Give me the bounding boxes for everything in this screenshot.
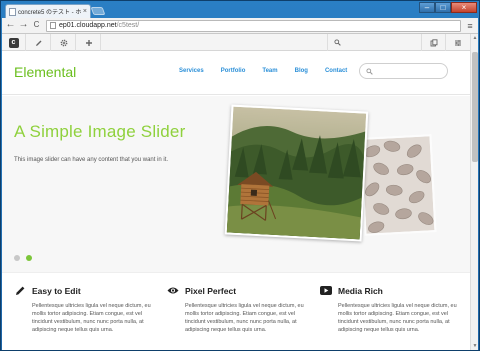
scroll-thumb[interactable] (472, 52, 478, 162)
website-page: Elemental Services Portfolio Team Blog C… (2, 51, 470, 350)
browser-window: concrete5 のテスト - ホ × – □ × ← → C ep01.cl… (0, 0, 480, 351)
feature-title: Media Rich (338, 285, 383, 296)
feature-title: Easy to Edit (32, 285, 81, 296)
site-search-input[interactable] (359, 63, 448, 79)
scroll-up-arrow[interactable]: ▲ (471, 34, 478, 42)
sliders-icon (455, 39, 461, 46)
menu-icon[interactable]: ≡ (465, 21, 475, 31)
main-nav: Services Portfolio Team Blog Contact (179, 68, 364, 74)
minimize-button[interactable]: – (419, 2, 435, 13)
gear-icon (60, 39, 67, 46)
site-header: Elemental Services Portfolio Team Blog C… (2, 51, 470, 95)
pencil-icon (14, 285, 26, 296)
search-icon (334, 39, 341, 46)
scroll-down-arrow[interactable]: ▼ (471, 342, 478, 350)
slider-dot-1[interactable] (14, 255, 20, 261)
back-button[interactable]: ← (5, 20, 16, 31)
url-host: ep01.cloudapp.net (59, 22, 117, 29)
slider-dot-2[interactable] (26, 255, 32, 261)
forward-button[interactable]: → (18, 20, 29, 31)
cms-logo-button[interactable]: c (2, 34, 26, 51)
feature-description: Pellentesque ultricies ligula vel neque … (32, 303, 151, 333)
address-bar[interactable]: ep01.cloudapp.net/c5test/ (46, 19, 461, 32)
browser-tab[interactable]: concrete5 のテスト - ホ × (5, 4, 91, 18)
new-tab-button[interactable] (90, 7, 106, 15)
feature-media-rich: Media Rich Pellentesque ultricies ligula… (320, 285, 460, 334)
page-viewport: c Elemental Services Portfolio Team Blog… (2, 34, 478, 350)
add-block-button[interactable] (77, 34, 101, 51)
tab-close-icon[interactable]: × (83, 8, 87, 15)
features-section: Easy to Edit Pellentesque ultricies ligu… (2, 272, 470, 350)
edit-page-button[interactable] (27, 34, 51, 51)
forest-cabin-image[interactable] (224, 104, 369, 242)
feature-easy-to-edit: Easy to Edit Pellentesque ultricies ligu… (14, 285, 154, 334)
site-logo[interactable]: Elemental (14, 64, 76, 80)
slider-text: This image slider can have any content t… (14, 157, 169, 163)
slider-pagination (14, 255, 38, 261)
tab-title: concrete5 のテスト - ホ (18, 10, 81, 16)
vertical-scrollbar[interactable]: ▲ ▼ (470, 34, 478, 350)
page-icon (50, 22, 56, 29)
play-icon (320, 285, 332, 296)
settings-button[interactable] (52, 34, 76, 51)
cms-toolbar: c (2, 34, 470, 51)
eye-icon (167, 285, 179, 296)
slider-title: A Simple Image Slider (14, 122, 186, 141)
cms-logo-icon: c (8, 37, 19, 48)
copy-icon (430, 38, 437, 46)
feature-pixel-perfect: Pixel Perfect Pellentesque ultricies lig… (167, 285, 307, 334)
reload-button[interactable]: C (31, 20, 42, 31)
dashboard-button[interactable] (446, 34, 470, 51)
maximize-button[interactable]: □ (435, 2, 451, 13)
search-icon (366, 67, 373, 75)
feature-description: Pellentesque ultricies ligula vel neque … (338, 303, 457, 333)
url-path: /c5test/ (116, 22, 140, 29)
window-controls: – □ × (419, 2, 477, 13)
nav-link-contact[interactable]: Contact (325, 68, 347, 74)
nav-link-services[interactable]: Services (179, 68, 204, 74)
feature-description: Pellentesque ultricies ligula vel neque … (185, 303, 304, 333)
nav-link-team[interactable]: Team (262, 68, 277, 74)
plus-icon (85, 39, 92, 46)
feature-title: Pixel Perfect (185, 285, 237, 296)
image-slider: A Simple Image Slider This image slider … (2, 96, 470, 272)
title-bar: concrete5 のテスト - ホ × – □ × (1, 1, 479, 18)
coffee-beans-image (359, 134, 437, 236)
cms-search[interactable] (327, 34, 422, 51)
page-icon (9, 7, 16, 16)
close-window-button[interactable]: × (451, 2, 477, 13)
nav-link-blog[interactable]: Blog (295, 68, 308, 74)
pencil-icon (35, 40, 41, 46)
sitemap-button[interactable] (422, 34, 446, 51)
nav-link-portfolio[interactable]: Portfolio (221, 68, 246, 74)
browser-toolbar: ← → C ep01.cloudapp.net/c5test/ ≡ (2, 18, 478, 34)
